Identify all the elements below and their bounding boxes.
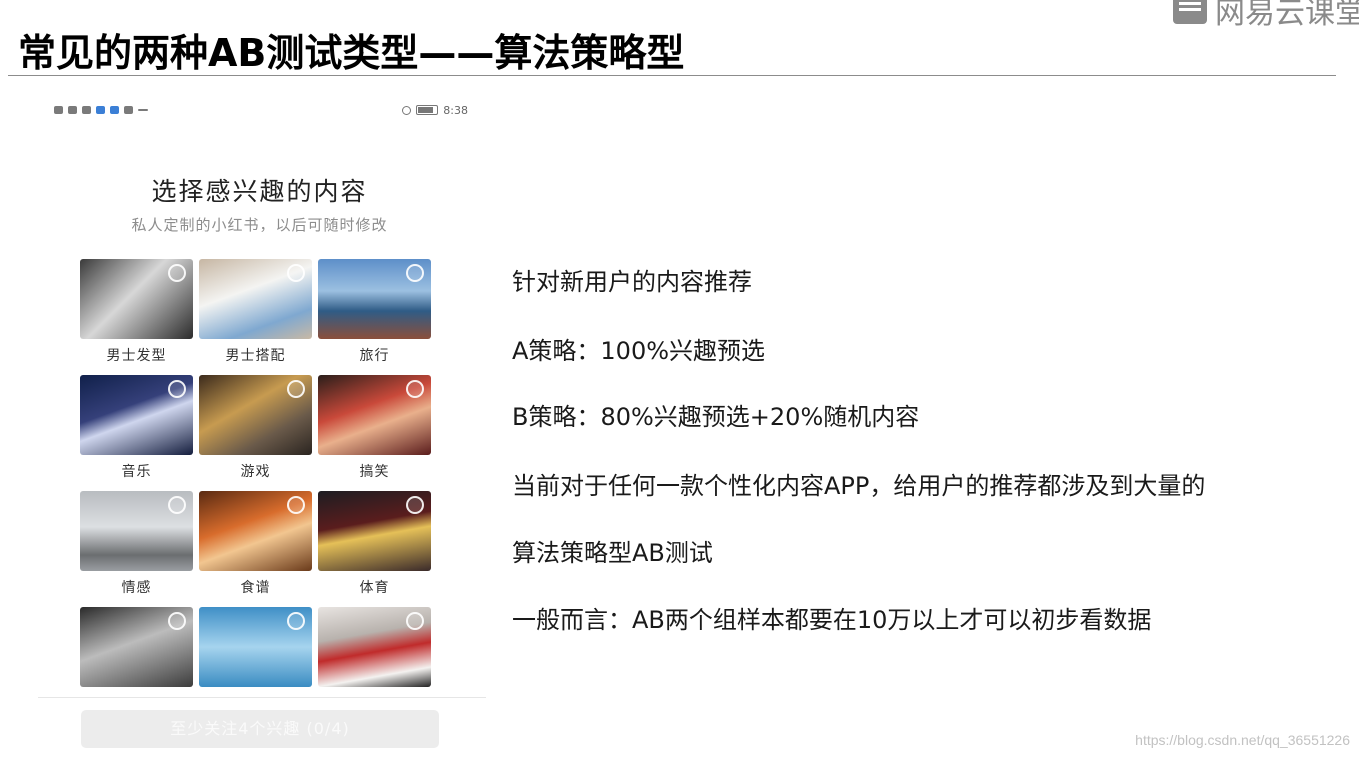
status-bar: 8:38 [54,102,468,118]
interest-tile[interactable] [199,607,312,723]
status-icons-left [54,106,148,114]
interest-image [199,607,312,687]
note-line: B策略：80%兴趣预选+20%随机内容 [512,403,920,431]
interest-label: 食谱 [240,580,271,596]
alarm-icon [402,105,412,115]
weibo-icon [68,106,77,114]
brand-icon [1173,0,1207,24]
select-circle-icon[interactable] [287,612,305,630]
header-divider [8,75,1336,76]
status-time: 8:38 [443,103,468,117]
interest-image [80,607,193,687]
select-circle-icon[interactable] [406,264,424,282]
interest-tile[interactable]: 游戏 [199,375,312,491]
phone-page-subtitle: 私人定制的小红书，以后可随时修改 [131,216,388,234]
interest-tile[interactable] [80,607,193,723]
select-circle-icon[interactable] [406,496,424,514]
interest-label: 搞笑 [359,464,390,480]
interest-image [318,607,431,687]
brand-logo: 网易云课堂 [1173,0,1359,32]
select-circle-icon[interactable] [406,380,424,398]
slide-title: 常见的两种AB测试类型——算法策略型 [18,31,685,75]
battery-icon [416,105,439,115]
select-circle-icon[interactable] [287,380,305,398]
select-circle-icon[interactable] [168,380,186,398]
note-line: 一般而言：AB两个组样本都要在10万以上才可以初步看数据 [512,606,1152,634]
select-circle-icon[interactable] [168,264,186,282]
interest-tile[interactable]: 体育 [318,491,431,607]
interest-label: 情感 [121,580,152,596]
signal-icon [54,106,63,114]
note-line: 针对新用户的内容推荐 [512,268,752,296]
interest-image [80,375,193,455]
select-circle-icon[interactable] [406,612,424,630]
interest-label: 男士搭配 [225,348,286,364]
interest-grid: 男士发型 男士搭配 旅行 音乐 游戏 搞笑 情感 食谱 体育 [80,259,431,723]
interest-image [80,491,193,571]
interest-tile[interactable]: 旅行 [318,259,431,375]
note-line: A策略：100%兴趣预选 [512,337,766,365]
interest-tile[interactable]: 男士搭配 [199,259,312,375]
briefcase-icon [82,106,91,114]
interest-tile[interactable] [318,607,431,723]
select-circle-icon[interactable] [287,496,305,514]
message-icon [96,106,105,114]
note-line: 当前对于任何一款个性化内容APP，给用户的推荐都涉及到大量的 [512,472,1206,500]
phone-page-title: 选择感兴趣的内容 [151,177,368,206]
brand-name: 网易云课堂 [1215,0,1359,31]
interest-label: 游戏 [240,464,271,480]
bottom-divider [38,697,486,698]
source-watermark: https://blog.csdn.net/qq_36551226 [1135,732,1350,748]
interest-tile[interactable]: 搞笑 [318,375,431,491]
phone-screenshot: 8:38 选择感兴趣的内容 私人定制的小红书，以后可随时修改 男士发型 男士搭配… [38,92,486,752]
interest-image [318,491,431,571]
interest-label: 音乐 [121,464,152,480]
more-icon [138,109,148,111]
interest-image [199,259,312,339]
select-circle-icon[interactable] [168,612,186,630]
interest-image [199,491,312,571]
interest-label: 男士发型 [106,348,167,364]
interest-tile[interactable]: 食谱 [199,491,312,607]
interest-image [318,375,431,455]
interest-tile[interactable]: 情感 [80,491,193,607]
select-circle-icon[interactable] [168,496,186,514]
follow-interests-button[interactable]: 至少关注4个兴趣 (0/4) [81,710,439,748]
chat-icon [124,106,133,114]
select-circle-icon[interactable] [287,264,305,282]
interest-label: 体育 [359,580,390,596]
interest-label: 旅行 [359,348,390,364]
status-icons-right: 8:38 [402,104,468,117]
interest-image [199,375,312,455]
shield-icon [110,106,119,114]
interest-image [318,259,431,339]
note-line: 算法策略型AB测试 [512,539,713,567]
interest-image [80,259,193,339]
interest-tile[interactable]: 音乐 [80,375,193,491]
interest-tile[interactable]: 男士发型 [80,259,193,375]
